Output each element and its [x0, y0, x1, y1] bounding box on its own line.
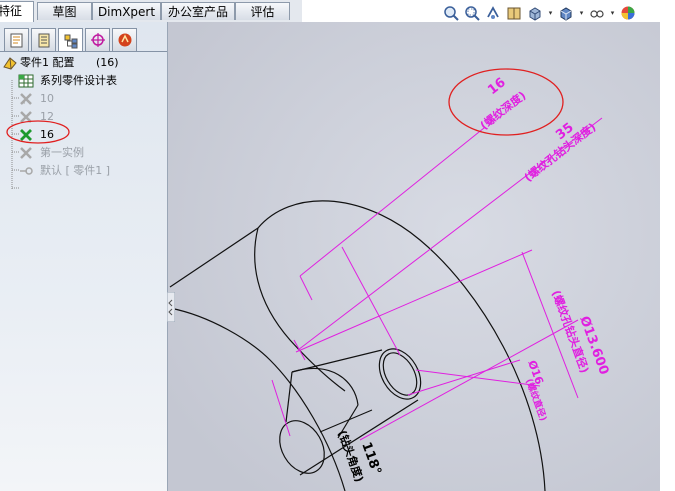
configuration-manager-tab[interactable] [58, 28, 83, 52]
display-manager-tab[interactable] [112, 28, 137, 51]
chevron-down-icon[interactable]: ▾ [578, 4, 585, 22]
design-table-label: 系列零件设计表 [40, 74, 117, 87]
tab-sketch-label: 草图 [52, 5, 77, 19]
tab-office-products-label: 办公室产品 [167, 5, 228, 19]
graphics-area[interactable]: 16 (螺纹深度) 35 (螺纹孔钻头深度) Ø13.600 (螺纹孔钻头直径)… [168, 22, 660, 491]
dimxpert-manager-tab[interactable] [85, 28, 110, 51]
tab-dimxpert-label: DimXpert [97, 5, 156, 19]
heads-up-view-toolbar: ▾ ▾ ▾ [442, 2, 637, 24]
feature-manager-tab[interactable] [4, 28, 29, 51]
part-config-icon [2, 55, 18, 71]
display-style-icon[interactable] [557, 4, 575, 22]
viewport-background [168, 22, 660, 491]
section-view-icon[interactable] [505, 4, 523, 22]
manager-pane: 零件1 配置 (16) 系列零件设计表 10 12 16 第一实例 默认 [零… [0, 22, 168, 491]
chevron-down-icon[interactable]: ▾ [547, 4, 554, 22]
default-config-label: 默认 [ 零件1 ] [40, 164, 111, 177]
pane-tab-divider [0, 51, 167, 52]
model-view[interactable]: 16 (螺纹深度) 35 (螺纹孔钻头深度) Ø13.600 (螺纹孔钻头直径)… [168, 22, 660, 491]
tab-office-products[interactable]: 办公室产品 [161, 2, 235, 20]
highlight-ellipse-active-config [6, 120, 70, 144]
tab-dimxpert[interactable]: DimXpert [92, 2, 161, 20]
first-instance-label: 第一实例 [40, 146, 84, 159]
tab-evaluate-label: 评估 [250, 5, 275, 19]
config-inactive-icon [18, 145, 34, 161]
tab-evaluate[interactable]: 评估 [235, 2, 290, 20]
tree-root-label: 零件1 配置 [20, 56, 75, 69]
tree-root-count: (16) [96, 56, 119, 69]
previous-view-icon[interactable] [484, 4, 502, 22]
config-inactive-icon [18, 91, 34, 107]
tab-sketch[interactable]: 草图 [37, 2, 92, 20]
window-edge [660, 22, 675, 491]
default-config-icon [18, 163, 34, 179]
chevron-down-icon[interactable]: ▾ [609, 4, 616, 22]
config-10-label: 10 [40, 92, 54, 105]
design-table-icon [18, 73, 34, 89]
view-orientation-icon[interactable] [526, 4, 544, 22]
pane-splitter-handle[interactable] [167, 292, 175, 322]
zoom-area-icon[interactable] [463, 4, 481, 22]
command-manager-tabs: 特征 草图 DimXpert 办公室产品 评估 [0, 0, 302, 23]
property-manager-tab[interactable] [31, 28, 56, 51]
manager-pane-tabs [4, 28, 137, 52]
tab-features-label: 特征 [0, 4, 22, 18]
zoom-to-fit-icon[interactable] [442, 4, 460, 22]
appearance-icon[interactable] [619, 4, 637, 22]
tab-features[interactable]: 特征 [0, 1, 34, 22]
hide-show-icon[interactable] [588, 4, 606, 22]
